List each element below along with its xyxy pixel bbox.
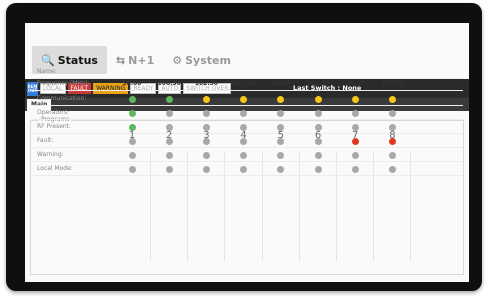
rf-present-status-dot — [314, 123, 322, 131]
rf-present-status-dot — [388, 123, 396, 131]
row-label: Warning: — [37, 151, 64, 158]
gear-icon: ⚙ — [172, 53, 183, 67]
operators-status-dot — [165, 109, 173, 117]
warning-status-dot — [202, 151, 210, 159]
warning-status-dot — [351, 151, 359, 159]
column-divider — [261, 151, 263, 261]
communication-status-dot — [128, 95, 136, 103]
main-tabs: 🔍 Status ⇆ N+1 ⚙ System — [32, 46, 240, 74]
column-divider — [224, 151, 226, 261]
program-frequency: 107.50 — [380, 80, 404, 87]
warning-status-dot — [277, 151, 285, 159]
fault-status-dot — [165, 137, 173, 145]
rf-present-status-dot — [165, 123, 173, 131]
row-label: Communication: — [37, 95, 87, 102]
program-frequency: 103.20 — [232, 80, 256, 87]
tab-system-label: System — [185, 53, 231, 67]
local-mode-status-dot — [314, 165, 322, 173]
column-divider — [298, 151, 300, 261]
operators-status-dot — [277, 109, 285, 117]
local-mode-status-dot — [240, 165, 248, 173]
tab-n-plus-1[interactable]: ⇆ N+1 — [107, 46, 163, 74]
warning-status-dot — [314, 151, 322, 159]
swap-arrows-icon: ⇆ — [115, 53, 126, 67]
column-divider — [336, 151, 337, 261]
tab-n-plus-1-label: N+1 — [128, 53, 155, 67]
communication-status-dot — [351, 95, 359, 103]
column-divider — [150, 151, 151, 261]
program-frequency: 98.00 — [122, 80, 142, 87]
fault-status-dot — [314, 137, 322, 145]
fault-status-dot — [351, 137, 359, 145]
rf-present-status-dot — [351, 123, 359, 131]
program-frequency: 98.50 — [345, 80, 365, 87]
fault-status-dot — [202, 137, 210, 145]
column-divider — [187, 151, 189, 261]
warning-status-dot — [128, 151, 136, 159]
row-label: Operators: — [37, 109, 70, 116]
row-divider — [31, 147, 463, 148]
warning-status-dot — [240, 151, 248, 159]
program-frequency: 101.60 — [306, 80, 330, 87]
rf-present-status-dot — [240, 123, 248, 131]
warning-status-dot — [388, 151, 396, 159]
program-frequency: 100.30 — [157, 80, 181, 87]
rf-present-status-dot — [128, 123, 136, 131]
row-label: Local Mode: — [37, 165, 73, 172]
program-frequency: 102.30 — [194, 80, 218, 87]
device-frame: 🔍 Status ⇆ N+1 ⚙ System REMOUT LOCAL FAU… — [6, 3, 482, 291]
tab-status-label: Status — [57, 53, 98, 67]
row-divider — [31, 175, 463, 176]
program-frequency: 99.00 — [271, 80, 291, 87]
communication-status-dot — [165, 95, 173, 103]
row-divider — [31, 119, 463, 120]
operators-status-dot — [351, 109, 359, 117]
local-mode-status-dot — [128, 165, 136, 173]
fault-status-dot — [128, 137, 136, 145]
communication-status-dot — [277, 95, 285, 103]
row-label: Name: — [37, 68, 57, 75]
communication-status-dot — [314, 95, 322, 103]
local-mode-status-dot — [388, 165, 396, 173]
magnifier-icon: 🔍 — [41, 53, 55, 67]
screen: 🔍 Status ⇆ N+1 ⚙ System REMOUT LOCAL FAU… — [25, 23, 469, 282]
fault-status-dot — [388, 137, 396, 145]
row-divider — [31, 78, 463, 79]
tab-system[interactable]: ⚙ System — [163, 46, 240, 74]
communication-status-dot — [202, 95, 210, 103]
operators-status-dot — [314, 109, 322, 117]
programs-panel: Programs Name:Frequency (MHz):Communicat… — [30, 68, 464, 275]
operators-status-dot — [388, 109, 396, 117]
row-label: Frequency (MHz): — [37, 80, 90, 87]
local-mode-status-dot — [202, 165, 210, 173]
column-divider — [410, 151, 412, 261]
warning-status-dot — [165, 151, 173, 159]
row-divider — [31, 105, 463, 106]
operators-status-dot — [240, 109, 248, 117]
row-divider — [31, 90, 463, 91]
rf-present-status-dot — [202, 123, 210, 131]
local-mode-status-dot — [277, 165, 285, 173]
fault-status-dot — [277, 137, 285, 145]
communication-status-dot — [240, 95, 248, 103]
row-label: Fault: — [37, 137, 54, 144]
column-divider — [373, 151, 375, 261]
row-divider — [31, 161, 463, 162]
operators-status-dot — [202, 109, 210, 117]
local-mode-status-dot — [351, 165, 359, 173]
fault-status-dot — [240, 137, 248, 145]
rf-present-status-dot — [277, 123, 285, 131]
operators-status-dot — [128, 109, 136, 117]
row-label: RF Present: — [37, 123, 72, 130]
local-mode-status-dot — [165, 165, 173, 173]
communication-status-dot — [388, 95, 396, 103]
